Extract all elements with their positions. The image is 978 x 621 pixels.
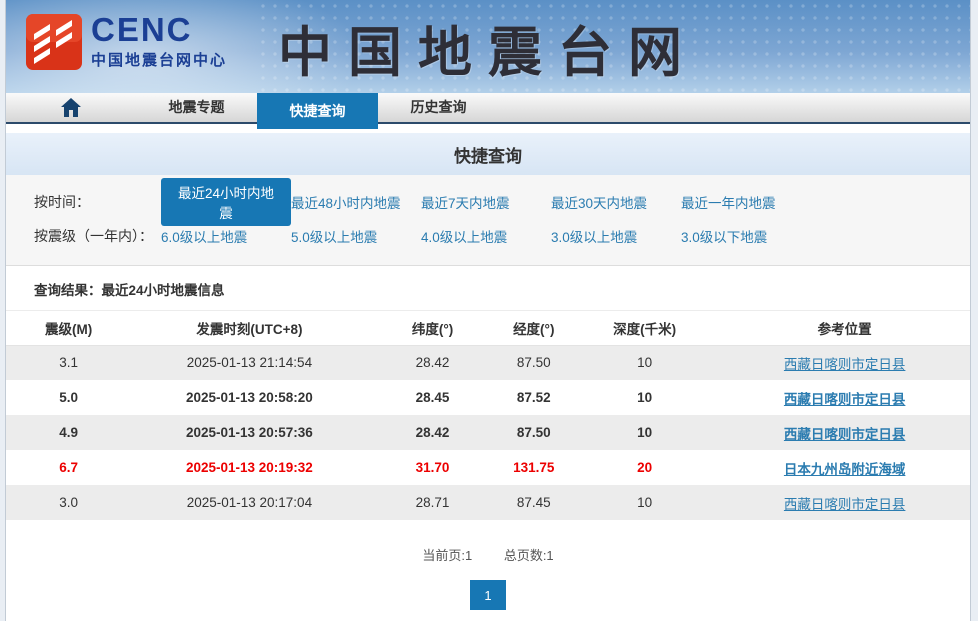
location-link[interactable]: 日本九州岛附近海域 — [784, 462, 906, 477]
time-option-48h[interactable]: 最近48小时内地震 — [291, 196, 401, 211]
total-pages-label: 总页数:1 — [504, 548, 554, 563]
page-title: 快捷查询 — [6, 133, 970, 175]
col-location: 参考位置 — [719, 311, 970, 345]
cell-time: 2025-01-13 20:57:36 — [131, 415, 367, 450]
table-row: 4.9 2025-01-13 20:57:36 28.42 87.50 10 西… — [6, 415, 970, 450]
cenc-logo[interactable]: CENC 中国地震台网中心 — [26, 13, 227, 70]
cell-time: 2025-01-13 20:17:04 — [131, 485, 367, 520]
col-magnitude: 震级(M) — [6, 311, 131, 345]
location-link[interactable]: 西藏日喀则市定日县 — [784, 357, 906, 372]
cell-time: 2025-01-13 20:58:20 — [131, 380, 367, 415]
cell-longitude: 87.50 — [498, 415, 570, 450]
cell-longitude: 87.50 — [498, 345, 570, 380]
location-link[interactable]: 西藏日喀则市定日县 — [784, 427, 906, 442]
cell-magnitude: 5.0 — [6, 380, 131, 415]
nav-home-tab[interactable] — [6, 93, 136, 122]
page-button-1[interactable]: 1 — [470, 580, 506, 610]
time-filter-label: 按时间： — [34, 192, 161, 212]
cell-latitude: 28.42 — [367, 345, 497, 380]
table-row: 3.0 2025-01-13 20:17:04 28.71 87.45 10 西… — [6, 485, 970, 520]
nav-tab-quick-query[interactable]: 快捷查询 — [257, 93, 378, 129]
mag-option-3plus[interactable]: 3.0级以上地震 — [551, 230, 637, 245]
cell-depth: 10 — [570, 485, 719, 520]
filter-section: 按时间： 最近24小时内地震 最近48小时内地震 最近7天内地震 最近30天内地… — [6, 175, 970, 266]
table-header-row: 震级(M) 发震时刻(UTC+8) 纬度(°) 经度(°) 深度(千米) 参考位… — [6, 311, 970, 345]
table-row: 3.1 2025-01-13 21:14:54 28.42 87.50 10 西… — [6, 345, 970, 380]
mag-option-5plus[interactable]: 5.0级以上地震 — [291, 230, 377, 245]
cell-depth: 10 — [570, 415, 719, 450]
cell-magnitude: 6.7 — [6, 450, 131, 485]
cell-latitude: 28.45 — [367, 380, 497, 415]
nav-tab-special-topics[interactable]: 地震专题 — [136, 93, 257, 122]
cell-latitude: 28.71 — [367, 485, 497, 520]
cell-latitude: 28.42 — [367, 415, 497, 450]
time-option-1y[interactable]: 最近一年内地震 — [681, 196, 776, 211]
main-nav: 地震专题 快捷查询 历史查询 — [6, 93, 970, 124]
mag-option-6plus[interactable]: 6.0级以上地震 — [161, 230, 247, 245]
cell-depth: 20 — [570, 450, 719, 485]
cell-time: 2025-01-13 20:19:32 — [131, 450, 367, 485]
cell-longitude: 131.75 — [498, 450, 570, 485]
logo-subtitle: 中国地震台网中心 — [91, 49, 227, 70]
col-longitude: 经度(°) — [498, 311, 570, 345]
cell-magnitude: 3.0 — [6, 485, 131, 520]
cell-depth: 10 — [570, 380, 719, 415]
location-link[interactable]: 西藏日喀则市定日县 — [784, 497, 906, 512]
magnitude-filter-label: 按震级（一年内）： — [34, 226, 161, 246]
pagination-stats: 当前页:1 总页数:1 — [6, 545, 970, 564]
cell-longitude: 87.52 — [498, 380, 570, 415]
col-latitude: 纬度(°) — [367, 311, 497, 345]
cell-latitude: 31.70 — [367, 450, 497, 485]
time-option-7d[interactable]: 最近7天内地震 — [421, 196, 510, 211]
mag-option-4plus[interactable]: 4.0级以上地震 — [421, 230, 507, 245]
logo-acronym: CENC — [91, 13, 227, 47]
col-depth: 深度(千米) — [570, 311, 719, 345]
time-option-24h[interactable]: 最近24小时内地震 — [161, 178, 291, 226]
cell-magnitude: 4.9 — [6, 415, 131, 450]
location-link[interactable]: 西藏日喀则市定日县 — [784, 392, 906, 407]
site-header: CENC 中国地震台网中心 中国地震台网 — [6, 0, 970, 93]
cell-longitude: 87.45 — [498, 485, 570, 520]
mag-option-below3[interactable]: 3.0级以下地震 — [681, 230, 767, 245]
cenc-logo-icon — [26, 14, 82, 70]
home-icon — [61, 98, 81, 117]
cell-depth: 10 — [570, 345, 719, 380]
pagination: 当前页:1 总页数:1 1 — [6, 520, 970, 610]
magnitude-filter-row: 按震级（一年内）： 6.0级以上地震 5.0级以上地震 4.0级以上地震 3.0… — [6, 219, 970, 253]
cell-magnitude: 3.1 — [6, 345, 131, 380]
results-title: 查询结果：最近24小时地震信息 — [6, 266, 970, 311]
col-time: 发震时刻(UTC+8) — [131, 311, 367, 345]
page-container: CENC 中国地震台网中心 中国地震台网 地震专题 快捷查询 历史查询 快捷查询… — [5, 0, 971, 621]
current-page-label: 当前页:1 — [422, 548, 472, 563]
nav-tab-history-query[interactable]: 历史查询 — [378, 93, 499, 122]
time-filter-row: 按时间： 最近24小时内地震 最近48小时内地震 最近7天内地震 最近30天内地… — [6, 185, 970, 219]
table-row-alert: 6.7 2025-01-13 20:19:32 31.70 131.75 20 … — [6, 450, 970, 485]
cell-time: 2025-01-13 21:14:54 — [131, 345, 367, 380]
time-option-30d[interactable]: 最近30天内地震 — [551, 196, 647, 211]
logo-text: CENC 中国地震台网中心 — [91, 13, 227, 70]
earthquake-table: 震级(M) 发震时刻(UTC+8) 纬度(°) 经度(°) 深度(千米) 参考位… — [6, 311, 970, 520]
table-row: 5.0 2025-01-13 20:58:20 28.45 87.52 10 西… — [6, 380, 970, 415]
